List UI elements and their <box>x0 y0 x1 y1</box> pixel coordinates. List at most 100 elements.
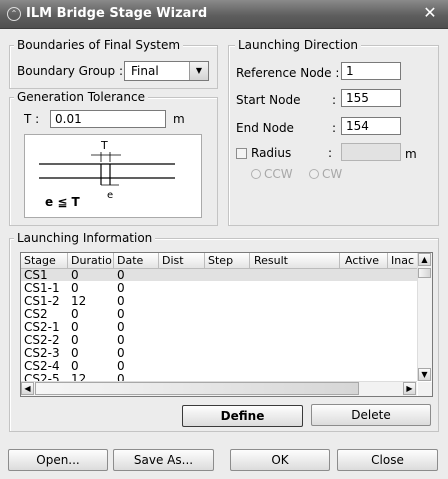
radius-input[interactable] <box>341 143 401 161</box>
scroll-down-icon[interactable]: ▼ <box>418 368 431 381</box>
cell-date: 0 <box>117 281 125 295</box>
title-bar: ⌃ ILM Bridge Stage Wizard ✕ <box>0 0 448 29</box>
diagram-formula: e ≦ T <box>45 195 80 209</box>
tolerance-diagram: T e e ≦ T <box>24 134 202 218</box>
ccw-radio[interactable] <box>251 169 261 179</box>
dropdown-arrow-icon[interactable]: ▼ <box>189 62 208 80</box>
start-node-colon: : <box>332 93 337 107</box>
table-row[interactable]: CS2-3 0 0 <box>21 347 417 359</box>
boundary-group-select[interactable]: Final ▼ <box>124 61 209 81</box>
app-chevron-icon[interactable]: ⌃ <box>7 7 21 21</box>
start-node-label: Start Node <box>236 93 301 107</box>
window-title: ILM Bridge Stage Wizard <box>26 6 208 21</box>
table-row[interactable]: CS2-2 0 0 <box>21 334 417 346</box>
cw-radio[interactable] <box>309 169 319 179</box>
open-button[interactable]: Open... <box>8 449 108 471</box>
col-duration[interactable]: Duratio <box>71 254 112 267</box>
tolerance-unit: m <box>173 112 185 126</box>
boundaries-legend: Boundaries of Final System <box>14 38 184 52</box>
save-as-button[interactable]: Save As... <box>113 449 214 471</box>
ok-button[interactable]: OK <box>230 449 330 471</box>
cell-duration: 0 <box>71 333 79 347</box>
radius-checkbox[interactable] <box>236 148 247 159</box>
scroll-right-icon[interactable]: ▶ <box>403 382 416 395</box>
horizontal-scrollbar[interactable]: ◀ ▶ <box>21 381 417 396</box>
cw-label: CW <box>322 167 343 181</box>
end-node-input[interactable]: 154 <box>341 117 401 135</box>
close-button[interactable]: Close <box>337 449 438 471</box>
cell-stage: CS1 <box>24 268 48 282</box>
define-button[interactable]: Define <box>182 405 303 427</box>
diagram-t-label: T <box>101 139 108 152</box>
col-result[interactable]: Result <box>254 254 288 267</box>
boundary-group-label: Boundary Group : <box>17 64 123 78</box>
cell-stage: CS2-2 <box>24 333 60 347</box>
table-row[interactable]: CS1 0 0 <box>21 269 417 281</box>
delete-button[interactable]: Delete <box>311 404 431 426</box>
cell-stage: CS2-1 <box>24 320 60 334</box>
tolerance-t-label: T : <box>24 112 40 126</box>
cell-duration: 0 <box>71 359 79 373</box>
table-header: Stage Duratio Date Dist Step Result Acti… <box>21 253 417 269</box>
cell-stage: CS1-2 <box>24 294 60 308</box>
cell-stage: CS2 <box>24 307 48 321</box>
launching-direction-legend: Launching Direction <box>235 38 362 52</box>
cell-date: 0 <box>117 320 125 334</box>
cell-date: 0 <box>117 359 125 373</box>
launching-info-legend: Launching Information <box>14 231 156 245</box>
diagram-e-label: e <box>107 190 114 201</box>
cell-duration: 0 <box>71 320 79 334</box>
col-inactive[interactable]: Inac <box>391 254 414 267</box>
scroll-up-icon[interactable]: ▲ <box>418 253 431 266</box>
reference-node-input[interactable]: 1 <box>341 62 401 80</box>
col-divider[interactable] <box>204 253 205 268</box>
cell-duration: 0 <box>71 268 79 282</box>
start-node-input[interactable]: 155 <box>341 89 401 107</box>
cell-stage: CS2-4 <box>24 359 60 373</box>
col-step[interactable]: Step <box>208 254 233 267</box>
table-row[interactable]: CS2-1 0 0 <box>21 321 417 333</box>
col-divider[interactable] <box>339 253 340 268</box>
table-row[interactable]: CS1-1 0 0 <box>21 282 417 294</box>
cell-duration: 0 <box>71 281 79 295</box>
vertical-scroll-thumb[interactable] <box>418 268 431 278</box>
col-divider[interactable] <box>158 253 159 268</box>
cell-date: 0 <box>117 307 125 321</box>
window-close-icon[interactable]: ✕ <box>420 3 440 23</box>
horizontal-scroll-thumb[interactable] <box>35 382 359 395</box>
col-stage[interactable]: Stage <box>24 254 56 267</box>
col-active[interactable]: Active <box>345 254 379 267</box>
size-grip-icon[interactable] <box>418 382 432 396</box>
cell-date: 0 <box>117 268 125 282</box>
col-divider[interactable] <box>67 253 68 268</box>
table-row[interactable]: CS2 0 0 <box>21 308 417 320</box>
vertical-scrollbar[interactable]: ▲ ▼ <box>417 253 432 381</box>
cell-stage: CS1-1 <box>24 281 60 295</box>
end-node-colon: : <box>332 121 337 135</box>
radius-unit: m <box>405 147 417 161</box>
launching-info-table[interactable]: Stage Duratio Date Dist Step Result Acti… <box>20 252 433 397</box>
radius-colon: : <box>328 146 333 160</box>
col-divider[interactable] <box>113 253 114 268</box>
col-divider[interactable] <box>387 253 388 268</box>
table-row[interactable]: CS1-2 12 0 <box>21 295 417 307</box>
col-dist[interactable]: Dist <box>162 254 184 267</box>
reference-node-label: Reference Node : <box>236 66 340 80</box>
cell-date: 0 <box>117 333 125 347</box>
cell-duration: 0 <box>71 346 79 360</box>
table-row[interactable]: CS2-4 0 0 <box>21 360 417 372</box>
boundary-group-value: Final <box>131 64 159 78</box>
cell-date: 0 <box>117 346 125 360</box>
cell-stage: CS2-3 <box>24 346 60 360</box>
ccw-label: CCW <box>264 167 293 181</box>
cell-duration: 0 <box>71 307 79 321</box>
end-node-label: End Node <box>236 121 294 135</box>
tolerance-input[interactable]: 0.01 <box>50 110 166 128</box>
cell-date: 0 <box>117 294 125 308</box>
col-date[interactable]: Date <box>117 254 143 267</box>
radius-label: Radius <box>251 146 292 160</box>
scroll-left-icon[interactable]: ◀ <box>21 382 34 395</box>
cell-duration: 12 <box>71 294 87 308</box>
col-divider[interactable] <box>249 253 250 268</box>
tolerance-legend: Generation Tolerance <box>14 90 148 104</box>
